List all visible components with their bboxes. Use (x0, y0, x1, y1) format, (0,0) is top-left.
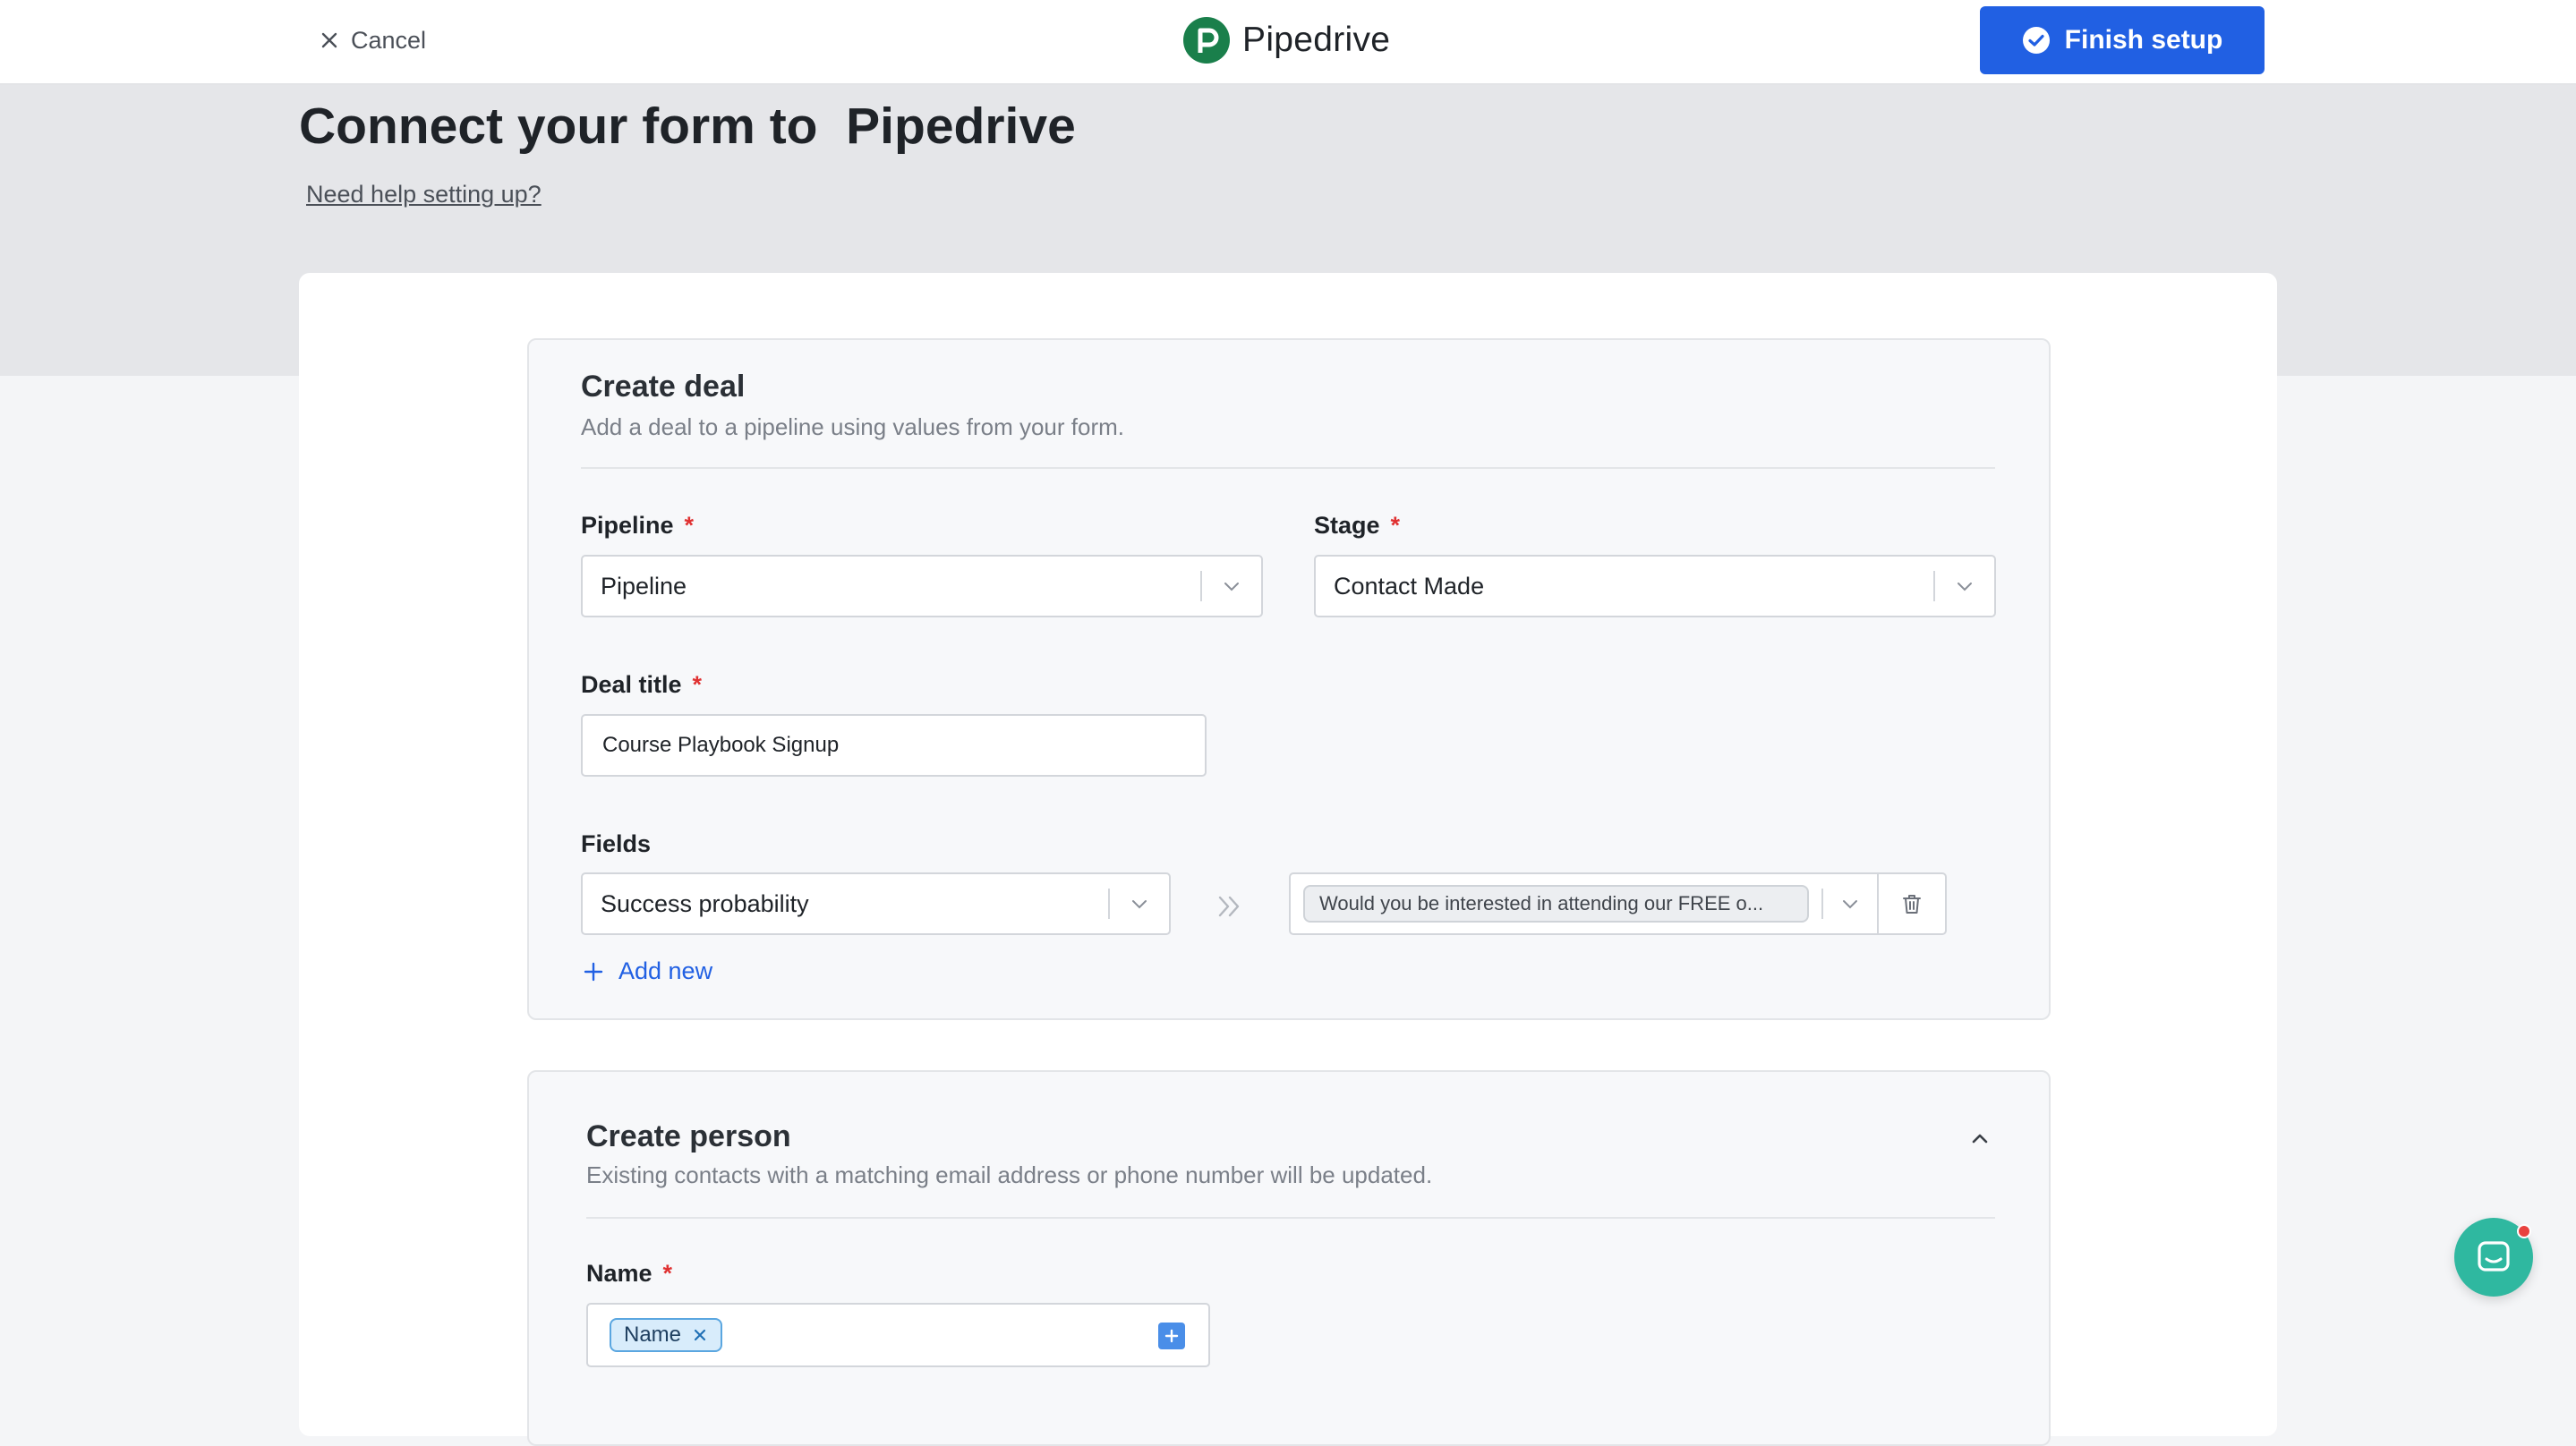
plus-icon (1164, 1329, 1179, 1343)
plus-icon (584, 962, 603, 981)
finish-setup-button[interactable]: Finish setup (1980, 6, 2265, 74)
deal-title-input[interactable] (581, 714, 1207, 777)
mapped-value-tag: Would you be interested in attending our… (1303, 885, 1810, 923)
pipeline-label: Pipeline * (581, 512, 694, 540)
chevron-down-icon[interactable] (1823, 893, 1877, 914)
brand-name: Pipedrive (1242, 21, 1391, 59)
required-mark: * (662, 1260, 673, 1287)
chevron-up-icon[interactable] (1966, 1124, 1994, 1153)
delete-row-button[interactable] (1877, 874, 1945, 933)
required-mark: * (684, 512, 695, 539)
check-circle-icon (2022, 27, 2050, 54)
create-deal-title: Create deal (581, 370, 746, 404)
field-select[interactable]: Success probability (581, 872, 1171, 935)
mapped-value-select[interactable]: Would you be interested in attending our… (1289, 872, 1947, 935)
name-label: Name * (586, 1260, 672, 1288)
add-new-label: Add new (618, 957, 713, 984)
stage-label: Stage * (1314, 512, 1400, 540)
name-chip: Name (610, 1318, 723, 1352)
chat-icon (2478, 1241, 2510, 1272)
create-person-title: Create person (586, 1119, 791, 1153)
trash-icon (1903, 895, 1922, 914)
stage-label-text: Stage (1314, 512, 1380, 539)
required-mark: * (1390, 512, 1401, 539)
remove-chip-icon[interactable] (692, 1327, 708, 1343)
name-label-text: Name (586, 1260, 653, 1287)
chevron-down-icon[interactable] (1110, 893, 1169, 914)
section-divider (581, 467, 1995, 469)
brand: Pipedrive (1183, 16, 1390, 64)
stage-select[interactable]: Contact Made (1314, 555, 1996, 617)
top-bar: Cancel Pipedrive Finish setup (0, 0, 2576, 85)
section-divider (586, 1217, 1995, 1219)
pipeline-label-text: Pipeline (581, 512, 674, 539)
fields-label-text: Fields (581, 830, 652, 857)
cancel-button[interactable]: Cancel (319, 21, 426, 59)
add-field-value-button[interactable] (1158, 1323, 1185, 1349)
add-new-button[interactable]: Add new (583, 957, 712, 985)
stage-select-value: Contact Made (1334, 572, 1485, 600)
create-deal-subtitle: Add a deal to a pipeline using values fr… (581, 413, 1125, 440)
double-chevron-right-icon (1218, 896, 1240, 917)
notification-dot (2517, 1224, 2531, 1238)
create-person-subtitle: Existing contacts with a matching email … (586, 1161, 1433, 1188)
deal-title-label: Deal title * (581, 671, 702, 699)
pipedrive-logo-icon (1183, 17, 1230, 64)
pipeline-select-value: Pipeline (601, 572, 687, 600)
pipeline-select[interactable]: Pipeline (581, 555, 1263, 617)
field-select-value: Success probability (601, 889, 809, 917)
page-title: Connect your form to Pipedrive (299, 98, 1076, 155)
required-mark: * (692, 671, 703, 698)
cancel-label: Cancel (351, 26, 427, 54)
name-token-input[interactable]: Name (586, 1303, 1210, 1367)
help-link[interactable]: Need help setting up? (306, 181, 542, 208)
name-chip-label: Name (624, 1323, 682, 1347)
close-icon (321, 32, 337, 48)
fields-label: Fields (581, 830, 651, 858)
finish-setup-label: Finish setup (2064, 25, 2223, 55)
deal-title-label-text: Deal title (581, 671, 682, 698)
chevron-down-icon[interactable] (1935, 575, 1994, 597)
chevron-down-icon[interactable] (1202, 575, 1261, 597)
